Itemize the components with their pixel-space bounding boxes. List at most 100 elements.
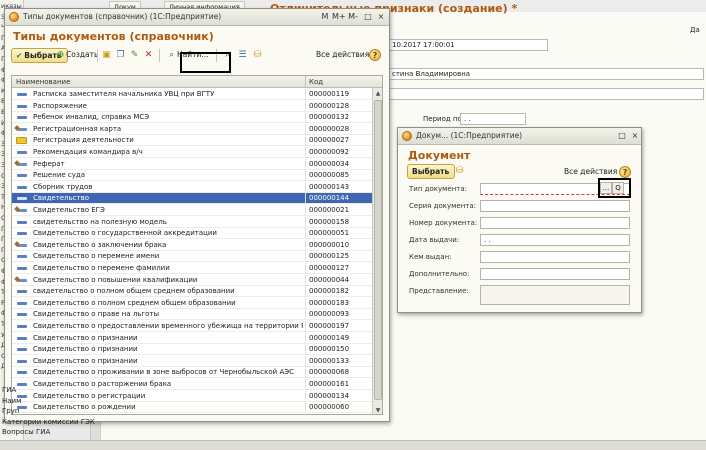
table-row[interactable]: свидетельство о полном общем среднем обр… — [12, 286, 374, 298]
number-label: Номер документа: — [409, 219, 478, 227]
table-header: Наименование Код — [12, 76, 382, 88]
background-field-empty-1[interactable] — [388, 88, 704, 100]
maximize-button[interactable]: □ — [362, 11, 374, 23]
table-row[interactable]: Свидетельство о смерти000000078 — [12, 413, 374, 414]
table-row[interactable]: Решение суда 000000085 — [12, 170, 374, 182]
table-row[interactable]: Свидетельство о признании 000000133 — [12, 355, 374, 367]
memory-plus-button[interactable]: M+ — [332, 11, 346, 23]
table-row[interactable]: Свидетельство о полном среднем общем обр… — [12, 297, 374, 309]
help-icon[interactable]: ? — [369, 49, 381, 61]
create-button[interactable]: Создать — [66, 50, 98, 59]
catalog-item-icon — [17, 220, 27, 224]
edit-icon[interactable]: ✎ — [129, 50, 140, 61]
row-code: 000000132 — [309, 113, 350, 122]
table-row[interactable]: Свидетельство о расторжении брака 0000001… — [12, 379, 374, 390]
table-row[interactable]: Регистрационная карта 000000028 — [12, 123, 374, 135]
row-name: Свидетельство о заключении брака — [33, 240, 167, 249]
series-field[interactable] — [480, 200, 630, 212]
document-types-titlebar[interactable]: Типы документов (справочник) (1С:Предпри… — [5, 9, 389, 26]
table-row[interactable]: Свидетельство о перемене имени 000000125 — [12, 251, 374, 263]
background-list-item[interactable]: ГИА — [0, 386, 16, 397]
table-row[interactable]: Свидетельство о перемене фамилии 00000012… — [12, 263, 374, 274]
table-scrollbar[interactable]: ▲ ▼ — [372, 88, 382, 414]
table-row[interactable]: Реферат 000000034 — [12, 158, 374, 170]
catalog-item-icon — [17, 162, 27, 166]
presentation-field — [480, 285, 630, 305]
series-label: Серия документа: — [409, 202, 477, 210]
table-row[interactable]: Свидетельство о предоставлении временног… — [12, 321, 374, 332]
close-button[interactable]: × — [375, 11, 387, 23]
hierarchy-icon[interactable]: ⛁ — [252, 50, 263, 61]
row-name: Реферат — [33, 159, 65, 168]
background-period-field[interactable]: . . — [460, 113, 526, 125]
all-actions-menu[interactable]: Все действия ▾ — [316, 50, 375, 59]
row-code: 000000197 — [309, 322, 350, 330]
column-header-code[interactable]: Код — [309, 78, 323, 86]
table-row[interactable]: Распоряжение 000000128 — [12, 100, 374, 112]
memory-minus-button[interactable]: M- — [347, 11, 359, 23]
find-icon[interactable]: ⌕ — [166, 50, 177, 61]
row-code: 000000158 — [309, 217, 350, 226]
doc-choose-button[interactable]: Выбрать — [407, 164, 456, 179]
scroll-up-icon[interactable]: ▲ — [374, 89, 382, 98]
table-row[interactable]: Свидетельство ЕГЭ 000000021 — [12, 205, 374, 216]
table-row[interactable]: Регистрация деятельности 000000027 — [12, 135, 374, 147]
catalog-item-icon — [17, 116, 27, 120]
create-icon[interactable]: ⊕ — [55, 50, 66, 61]
list-icon[interactable]: ☰ — [237, 50, 248, 61]
scroll-down-icon[interactable]: ▼ — [374, 406, 382, 414]
table-row[interactable]: Свидетельство о государственной аккредит… — [12, 228, 374, 240]
row-code: 000000068 — [309, 368, 350, 377]
doc-help-icon[interactable]: ? — [619, 166, 631, 178]
issued-by-field[interactable] — [480, 251, 630, 263]
table-row[interactable]: Свидетельство о повышении квалификации 00… — [12, 274, 374, 286]
background-list-item[interactable]: Категории комиссии ГЭК — [0, 418, 95, 429]
create-folder-icon[interactable]: ▣ — [101, 50, 112, 61]
table-row[interactable]: Сборник трудов 000000143 — [12, 181, 374, 193]
table-row[interactable]: Свидетельство 000000144 — [12, 193, 374, 205]
number-field[interactable] — [480, 217, 630, 229]
background-list-item[interactable]: Вопросы ГИА — [0, 428, 50, 439]
delete-mark-icon[interactable]: ✕ — [143, 50, 154, 61]
catalog-item-icon — [17, 383, 27, 386]
row-name: Распоряжение — [33, 101, 87, 110]
background-date-field[interactable]: 10.2017 17:00:01 — [388, 39, 548, 51]
table-row[interactable]: Свидетельство о признании 000000149 — [12, 332, 374, 344]
memory-m-button[interactable]: M — [319, 11, 331, 23]
row-code: 000000034 — [309, 159, 350, 168]
catalog-item-icon — [17, 313, 27, 317]
table-row[interactable]: Свидетельство о праве на льготы 000000093 — [12, 309, 374, 321]
catalog-item-icon — [17, 185, 27, 189]
column-line — [305, 402, 306, 414]
doc-all-actions-menu[interactable]: Все действия ▾ — [564, 167, 623, 176]
table-row[interactable]: Расписка заместителя начальника УВЦ при … — [12, 89, 374, 100]
column-separator[interactable] — [305, 76, 306, 88]
background-name-field[interactable]: стина Владимировна — [388, 68, 704, 80]
additional-field[interactable] — [480, 268, 630, 280]
document-window-titlebar[interactable]: Докум... (1С:Предприятие) □ × — [398, 128, 641, 145]
row-code: 000000134 — [309, 391, 350, 400]
background-list-item[interactable]: Наим — [0, 397, 21, 408]
table-row[interactable]: Рекомендация командира в/ч 000000092 — [12, 147, 374, 158]
row-name: Свидетельство о перемене фамилии — [33, 264, 170, 272]
row-name: Сборник трудов — [33, 182, 93, 191]
table-row[interactable]: Свидетельство о рождении 000000060 — [12, 402, 374, 414]
issue-date-field[interactable]: . . — [480, 234, 630, 246]
close-button[interactable]: × — [629, 130, 641, 142]
table-row[interactable]: Свидетельство о проживании в зоне выброс… — [12, 367, 374, 379]
table-row[interactable]: Свидетельство о признании 000000150 — [12, 344, 374, 356]
table-row[interactable]: Ребенок инвалид, справка МСЭ 000000132 — [12, 112, 374, 124]
table-row[interactable]: Свидетельство о заключении брака 00000001… — [12, 239, 374, 251]
column-line — [305, 89, 306, 100]
save-icon[interactable]: ⛁ — [454, 166, 465, 177]
row-code: 000000027 — [309, 136, 350, 145]
background-list-item[interactable]: Груп — [0, 407, 19, 418]
table-row[interactable]: Свидетельство о регистрации 000000134 — [12, 390, 374, 402]
copy-icon[interactable]: ❐ — [115, 50, 126, 61]
maximize-button[interactable]: □ — [616, 130, 628, 142]
column-line — [305, 274, 306, 286]
table-row[interactable]: свидетельство на полезную модель 00000015… — [12, 216, 374, 228]
column-header-name[interactable]: Наименование — [16, 78, 70, 86]
check-icon: ✔ — [16, 51, 23, 60]
scroll-thumb[interactable] — [374, 100, 382, 400]
